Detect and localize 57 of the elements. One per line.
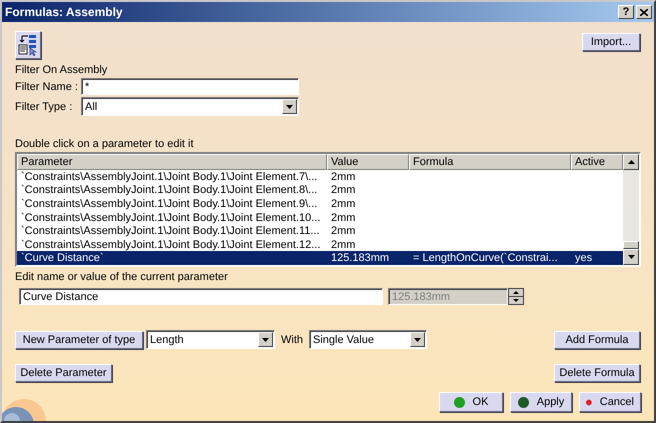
spinner-icon[interactable] bbox=[508, 288, 524, 305]
delete-parameter-button[interactable]: Delete Parameter bbox=[15, 364, 112, 382]
add-formula-button[interactable]: Add Formula bbox=[554, 330, 640, 348]
column-header[interactable]: Parameter bbox=[17, 154, 327, 170]
with-label: With bbox=[281, 334, 303, 346]
filter-name-label: Filter Name : bbox=[15, 80, 79, 92]
scroll-up-icon[interactable] bbox=[623, 154, 639, 170]
new-parameter-button[interactable]: New Parameter of type bbox=[15, 330, 143, 348]
import-button[interactable]: Import... bbox=[582, 33, 640, 51]
table-row[interactable]: `Constraints\AssemblyJoint.1\Joint Body.1\Joint Element.7\... 2mm bbox=[17, 170, 623, 184]
filter-name-field[interactable]: * bbox=[81, 78, 299, 95]
parameter-type-dropdown[interactable]: Length bbox=[146, 330, 275, 349]
parameter-name-field[interactable]: Curve Distance bbox=[19, 288, 383, 305]
dialog-button[interactable]: Cancel bbox=[579, 392, 641, 412]
column-header[interactable]: Formula bbox=[409, 154, 571, 170]
value-cell-text: 125.183mm bbox=[330, 252, 390, 264]
table-hint: Double click on a parameter to edit it bbox=[15, 138, 195, 150]
parameter-cell-text: `Constraints\AssemblyJoint.1\Joint Body.1\Joint Element.7\... bbox=[20, 170, 318, 183]
value-cell-text: 2mm bbox=[330, 198, 356, 210]
dialog-button[interactable]: OK bbox=[439, 392, 503, 412]
edit-label: Edit name or value of the current parameter bbox=[15, 271, 229, 283]
dialog-button[interactable]: Apply bbox=[510, 392, 572, 412]
active-cell-text: yes bbox=[574, 252, 594, 264]
table-row[interactable]: `Curve Distance` 125.183mm = LengthOnCurve(`Constrai... yes bbox=[17, 251, 623, 266]
formula-cell-text: = LengthOnCurve(`Constrai... bbox=[412, 252, 559, 264]
parameter-cell-text: `Constraints\AssemblyJoint.1\Joint Body.1\Joint Element.8\... bbox=[20, 184, 318, 196]
value-cell-text: 2mm bbox=[330, 212, 356, 224]
value-cell-text: 2mm bbox=[330, 238, 356, 251]
value-type-dropdown[interactable]: Single Value bbox=[309, 330, 427, 349]
parameter-cell-text: `Constraints\AssemblyJoint.1\Joint Body.1\Joint Element.12... bbox=[20, 238, 322, 251]
value-cell-text: 2mm bbox=[330, 170, 356, 183]
value-cell-text: 2mm bbox=[330, 225, 356, 238]
help-button[interactable]: ? bbox=[618, 5, 634, 19]
table-row[interactable]: `Constraints\AssemblyJoint.1\Joint Body.1\Joint Element.12... 2mm bbox=[17, 238, 623, 252]
parameter-cell-text: `Constraints\AssemblyJoint.1\Joint Body.1\Joint Element.9\... bbox=[20, 198, 318, 210]
parameter-cell-text: `Constraints\AssemblyJoint.1\Joint Body.1\Joint Element.10... bbox=[20, 212, 322, 224]
table-row[interactable]: `Constraints\AssemblyJoint.1\Joint Body.1\Joint Element.10... 2mm bbox=[17, 210, 623, 224]
scrollbar[interactable] bbox=[623, 154, 639, 265]
filter-type-dropdown[interactable]: All bbox=[81, 97, 299, 116]
table-row[interactable]: `Constraints\AssemblyJoint.1\Joint Body.1\Joint Element.8\... 2mm bbox=[17, 184, 623, 198]
filter-type-label: Filter Type : bbox=[15, 100, 74, 112]
formula-tree-button[interactable] bbox=[15, 31, 41, 59]
parameter-cell-text: `Curve Distance` bbox=[20, 252, 105, 264]
delete-formula-button[interactable]: Delete Formula bbox=[554, 364, 640, 382]
window-title: Formulas: Assembly bbox=[5, 5, 124, 19]
filter-heading: Filter On Assembly bbox=[15, 64, 108, 76]
table-row[interactable]: `Constraints\AssemblyJoint.1\Joint Body.1\Joint Element.9\... 2mm bbox=[17, 197, 623, 211]
scroll-down-icon[interactable] bbox=[623, 249, 639, 265]
value-cell-text: 2mm bbox=[330, 184, 356, 196]
formula-tree-icon bbox=[18, 34, 38, 56]
parameter-cell-text: `Constraints\AssemblyJoint.1\Joint Body.1\Joint Element.11... bbox=[20, 225, 321, 238]
close-icon bbox=[640, 8, 648, 16]
column-header[interactable]: Active bbox=[571, 154, 623, 170]
scroll-thumb[interactable] bbox=[623, 241, 639, 249]
table-row[interactable]: `Constraints\AssemblyJoint.1\Joint Body.1\Joint Element.11... 2mm bbox=[17, 224, 623, 238]
column-header[interactable]: Value bbox=[327, 154, 409, 170]
close-button[interactable] bbox=[636, 5, 652, 19]
